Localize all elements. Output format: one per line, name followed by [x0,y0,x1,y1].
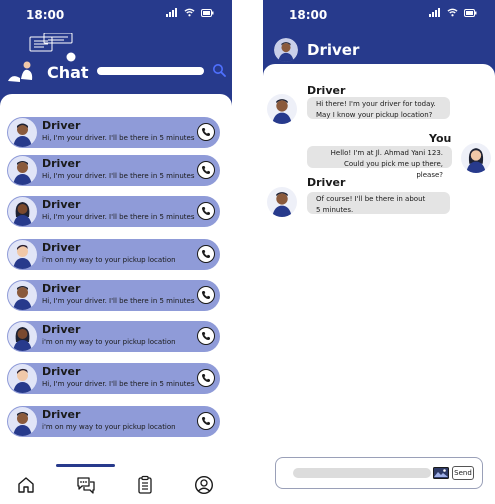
clipboard-icon[interactable] [135,475,155,495]
last-message: i'm on my way to your pickup location [42,338,176,346]
last-message: Hi, I'm your driver. I'll be there in 5 … [42,380,195,388]
wifi-icon [184,8,195,17]
status-time: 18:00 [26,8,65,22]
active-tab-indicator [56,464,115,467]
avatar [8,364,37,393]
message-composer: Send [275,457,483,489]
last-message: Hi, I'm your driver. I'll be there in 5 … [42,213,195,221]
page-title: Chat [47,63,89,82]
status-bar: 18:00 [0,0,232,30]
contact-name: Driver [42,198,81,211]
chat-list: Driver Hi, I'm your driver. I'll be ther… [0,94,232,466]
status-bar: 18:00 [263,0,495,30]
battery-icon [464,8,477,17]
status-time: 18:00 [289,8,328,22]
phone-icon [201,166,210,175]
avatar [8,407,37,436]
phone-icon [201,128,210,137]
chat-list-item[interactable]: Driver Hi, I'm your driver. I'll be ther… [7,280,220,311]
chat-list-item[interactable]: Driver Hi, I'm your driver. I'll be ther… [7,117,220,148]
chat-list-item[interactable]: Driver Hi, I'm your driver. I'll be ther… [7,363,220,394]
avatar [8,240,37,269]
chat-list-item[interactable]: Driver i'm on my way to your pickup loca… [7,321,220,352]
avatar [8,281,37,310]
chat-list-screen: 18:00 Chat Driver Hi, I'm your driver. I… [0,0,232,504]
home-icon[interactable] [16,475,36,495]
bottom-nav [0,464,232,504]
conversation-screen: 18:00 Driver Driver Hi there! I'm your d… [263,0,495,504]
message-line: Of course! I'll be there in about [316,195,426,203]
search-input[interactable] [97,67,204,75]
chat-bubbles-icon[interactable] [76,475,96,495]
message-input[interactable] [293,468,431,478]
call-button[interactable] [197,369,215,387]
message-line: Hello! I'm at Jl. Ahmad Yani 123. [330,149,443,157]
avatar [267,187,297,217]
call-button[interactable] [197,161,215,179]
sender-name: Driver [307,176,346,189]
message-line: May I know your pickup location? [316,111,433,119]
last-message: Hi, I'm your driver. I'll be there in 5 … [42,297,195,305]
call-button[interactable] [197,245,215,263]
phone-icon [201,332,210,341]
phone-icon [201,417,210,426]
message-thread: Driver Hi there! I'm your driver for tod… [263,64,495,504]
phone-icon [201,291,210,300]
avatar [8,156,37,185]
chat-list-item[interactable]: Driver Hi, I'm your driver. I'll be ther… [7,155,220,186]
signal-icon [429,8,440,17]
chat-list-item[interactable]: Driver i'm on my way to your pickup loca… [7,406,220,437]
message-line: Hi there! I'm your driver for today. [316,100,436,108]
search-icon[interactable] [212,63,226,77]
contact-name: Driver [42,282,81,295]
call-button[interactable] [197,286,215,304]
contact-name: Driver [307,41,360,59]
send-button[interactable]: Send [452,466,474,480]
call-button[interactable] [197,123,215,141]
last-message: Hi, I'm your driver. I'll be there in 5 … [42,134,195,142]
avatar [8,322,37,351]
phone-icon [201,207,210,216]
contact-name: Driver [42,241,81,254]
battery-icon [201,8,214,17]
last-message: i'm on my way to your pickup location [42,256,176,264]
avatar [8,118,37,147]
avatar [8,197,37,226]
profile-icon[interactable] [194,475,214,495]
call-button[interactable] [197,412,215,430]
avatar [461,143,491,173]
message-bubble: Hello! I'm at Jl. Ahmad Yani 123. Could … [307,146,452,179]
contact-name: Driver [42,323,81,336]
contact-name: Driver [42,365,81,378]
image-attach-icon[interactable] [433,467,449,479]
chat-list-item[interactable]: Driver i'm on my way to your pickup loca… [7,239,220,270]
phone-icon [201,250,210,259]
phone-icon [201,374,210,383]
status-icons [166,8,214,17]
avatar [267,94,297,124]
message-bubble: Hi there! I'm your driver for today. May… [307,97,450,119]
contact-name: Driver [42,408,81,421]
avatar [274,38,298,62]
call-button[interactable] [197,202,215,220]
signal-icon [166,8,177,17]
message-line: 5 minutes. [316,206,354,214]
message-bubble: Of course! I'll be there in about 5 minu… [307,192,450,214]
status-icons [429,8,477,17]
wifi-icon [447,8,458,17]
sender-name: You [429,132,452,145]
call-button[interactable] [197,327,215,345]
last-message: i'm on my way to your pickup location [42,423,176,431]
chat-list-item[interactable]: Driver Hi, I'm your driver. I'll be ther… [7,196,220,227]
contact-name: Driver [42,119,81,132]
last-message: Hi, I'm your driver. I'll be there in 5 … [42,172,195,180]
contact-name: Driver [42,157,81,170]
sender-name: Driver [307,84,346,97]
